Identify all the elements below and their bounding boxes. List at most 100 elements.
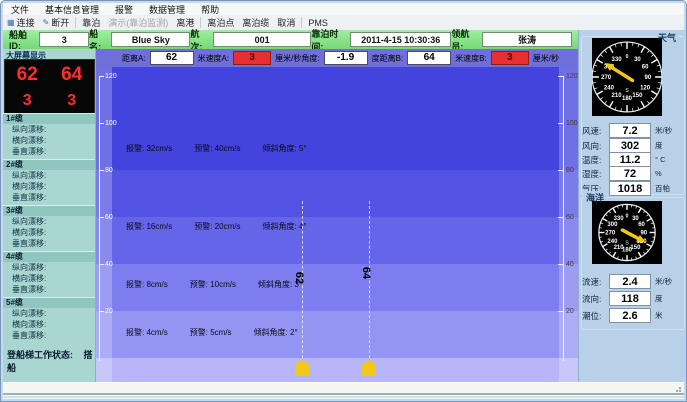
right-axis-tick [558,217,563,218]
info-value-input[interactable]: 张涛 [482,32,572,47]
tilt-threshold: 倾斜角度: 2° [254,327,298,338]
svg-text:S: S [625,88,629,94]
measure-field-4: 速度B:3厘米/秒 [463,51,559,65]
measure-unit: 厘米/秒 [275,53,301,64]
cable-group-2: 2#缆纵向漂移:横向漂移:垂直漂移: [3,159,95,203]
svg-text:270: 270 [601,75,612,81]
weather-field-label: 温度: [582,154,609,166]
depth-band-1 [96,170,578,217]
svg-text:60: 60 [638,222,645,228]
menu-item-1[interactable]: 基本信息管理 [37,3,107,16]
weather-field-label: 湿度: [582,168,609,180]
menu-item-0[interactable]: 文件 [3,3,37,16]
resize-grip[interactable] [672,386,681,395]
right-axis-label: 40 [566,261,574,268]
ocean-field-label: 潮位: [582,310,609,322]
cable-group-title: 2#缆 [3,159,95,170]
cable-drift-label: 垂直漂移: [3,238,95,249]
measure-value: 64 [407,51,451,65]
weather-field-unit: 百帕 [655,183,670,194]
measure-unit: 米 [455,53,463,64]
left-axis-label: 60 [105,214,113,221]
connect-icon: ▦ [7,18,15,27]
right-axis-label: 120 [566,73,578,80]
ship-info-bar: 船舶ID:3船名:Blue Sky航次:001靠泊时间:2011-4-15 10… [3,30,578,49]
measure-label: 速度A: [206,53,230,64]
menu-item-3[interactable]: 数据管理 [141,3,193,16]
cable-drift-label: 横向漂移: [3,273,95,284]
measure-value-alarm: 3 [491,51,529,65]
info-value-input[interactable]: 2011-4-15 10:30:36 [350,32,451,47]
cable-group-title: 5#缆 [3,297,95,308]
svg-text:240: 240 [607,239,618,245]
cable-drift-label: 纵向漂移: [3,216,95,227]
measure-bar: 距离A:62米速度A:3厘米/秒角度:-1.9度距离B:64米速度B:3厘米/秒 [96,49,578,67]
cable-drift-label: 垂直漂移: [3,146,95,157]
right-axis-label: 80 [566,167,574,174]
svg-text:270: 270 [605,231,616,237]
measure-field-3: 距离B:64米 [380,51,464,65]
cable-drift-label: 横向漂移: [3,181,95,192]
left-axis-tick [99,170,104,171]
right-ruler-strip [559,67,578,382]
right-axis-line [563,76,564,361]
alarm-threshold-row-2: 报警: 8cm/s预警: 10cm/s倾斜角度: 3° [126,279,302,290]
display-speed-value: 3 [23,92,32,110]
cable-group-1: 1#缆纵向漂移:横向漂移:垂直漂移: [3,113,95,157]
measure-field-0: 距离A:62米 [122,51,206,65]
status-divider [3,396,684,398]
measure-label: 角度: [301,53,319,64]
cable-drift-label: 垂直漂移: [3,330,95,341]
distance-line-label: 64 [360,267,372,279]
svg-text:S: S [625,241,629,247]
weather-field-value: 302 [609,138,651,153]
ocean-field-label: 流速: [582,276,609,288]
cable-drift-label: 垂直漂移: [3,284,95,295]
display-speed-value: 3 [67,92,76,110]
left-axis-label: 80 [105,167,113,174]
measure-field-2: 角度:-1.9度 [301,51,379,65]
alarm-threshold-row-3: 报警: 4cm/s预警: 5cm/s倾斜角度: 2° [126,327,298,338]
app-window: 文件基本信息管理报警数据管理帮助 ▦连接✎断开靠泊演示(靠泊监测)离港离泊点离泊… [0,0,687,402]
alarm-threshold: 报警: 4cm/s [126,327,168,338]
left-axis-tick [99,217,104,218]
svg-text:150: 150 [632,93,643,99]
info-field-0: 船舶ID:3 [9,28,89,51]
weather-field-unit: % [655,169,662,178]
menu-item-2[interactable]: 报警 [107,3,141,16]
measure-field-1: 速度A:3厘米/秒 [206,51,302,65]
gangway-status: 登船梯工作状态: 搭船 [7,348,95,374]
toolbar-separator [75,17,76,28]
cable-group-title: 3#缆 [3,205,95,216]
left-axis-tick [99,123,104,124]
svg-text:240: 240 [604,85,615,91]
measure-value: -1.9 [324,51,368,65]
info-label: 船舶ID: [9,28,36,51]
weather-field-unit: 度 [655,140,663,151]
menu-item-4[interactable]: 帮助 [193,3,227,16]
warn-threshold: 预警: 20cm/s [194,221,240,232]
ocean-field-row-2: 潮位:2.6米 [582,308,663,323]
alarm-threshold: 报警: 16cm/s [126,221,172,232]
alarm-threshold: 报警: 32cm/s [126,143,172,154]
cable-list: 1#缆纵向漂移:横向漂移:垂直漂移:2#缆纵向漂移:横向漂移:垂直漂移:3#缆纵… [3,113,95,343]
info-value-input[interactable]: Blue Sky [111,32,190,47]
weather-field-row-0: 风速:7.2米/秒 [582,123,672,138]
menu-bar: 文件基本信息管理报警数据管理帮助 [3,3,684,15]
info-value-input[interactable]: 3 [39,32,89,47]
weather-field-label: 风速: [582,125,609,137]
svg-text:90: 90 [645,75,652,81]
alarm-threshold-row-1: 报警: 16cm/s预警: 20cm/s倾斜角度: 4° [126,221,307,232]
weather-field-unit: 米/秒 [655,125,672,136]
svg-text:90: 90 [640,231,647,237]
cable-group-title: 4#缆 [3,251,95,262]
display-speeds: 33 [5,90,94,112]
berthing-plot: 1201201001008080606040402020报警: 32cm/s预警… [96,67,578,382]
cable-drift-label: 纵向漂移: [3,308,95,319]
left-axis-label: 120 [105,73,117,80]
cable-drift-label: 垂直漂移: [3,192,95,203]
status-bar [3,382,684,399]
info-value-input[interactable]: 001 [213,32,312,47]
cable-group-3: 3#缆纵向漂移:横向漂移:垂直漂移: [3,205,95,249]
gangway-label: 登船梯工作状态: [7,350,73,360]
